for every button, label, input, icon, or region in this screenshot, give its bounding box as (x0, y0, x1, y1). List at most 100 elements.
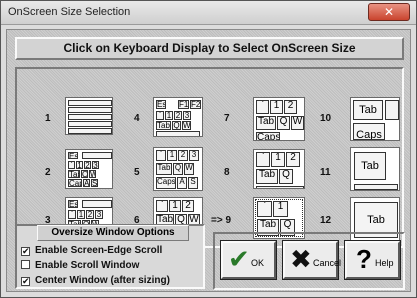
size-selection-grid: 1 2 Esc ` 1 2 3 Tab Q W Caps A (15, 67, 404, 248)
checkbox-checked-icon[interactable]: ✔ (21, 277, 30, 286)
key-1: 1 (165, 111, 173, 120)
size-1-keyboard[interactable] (65, 97, 113, 135)
key-3: 3 (92, 161, 99, 169)
size-number-1: 1 (45, 113, 51, 124)
key-a: A (177, 177, 187, 189)
size-number-5: 5 (134, 167, 140, 178)
key-w: W (184, 163, 194, 175)
key-esc: Esc (156, 100, 166, 109)
window-title: OnScreen Size Selection (8, 6, 131, 18)
size-number-12: 12 (320, 215, 332, 226)
key-2: 2 (84, 161, 91, 169)
key-q: Q (277, 116, 290, 130)
keyboard-row (156, 131, 200, 136)
key-f1: F1 (178, 100, 189, 109)
oversize-options-group: Oversize Window Options ✔ Enable Screen-E… (15, 224, 205, 289)
key-grave: ` (68, 161, 75, 169)
action-buttons-panel: ✔ OK ✖ Cancel ? Help (213, 232, 405, 290)
key-1: 1 (270, 100, 283, 114)
size-11-keyboard[interactable]: Tab (350, 147, 400, 191)
checkbox-unchecked-icon[interactable] (21, 260, 30, 269)
key-tab: Tab (156, 163, 172, 175)
question-icon: ? (356, 244, 372, 274)
check-icon: ✔ (228, 244, 250, 274)
selected-marker: => (211, 215, 223, 226)
key-2: 2 (174, 111, 182, 120)
size-4-keyboard[interactable]: Esc F1 F2 ` 1 2 3 Tab Q W (153, 97, 203, 137)
key-2: 2 (182, 200, 194, 212)
keyboard-row (256, 186, 304, 188)
key-tab: Tab (256, 169, 278, 184)
key-2: 2 (86, 210, 94, 219)
keyboard-row (68, 121, 112, 127)
keyboard-row (68, 107, 112, 113)
key-w: W (182, 121, 191, 130)
option-center-window[interactable]: ✔ Center Window (after sizing) (21, 275, 170, 286)
option-screen-edge-scroll[interactable]: ✔ Enable Screen-Edge Scroll (21, 245, 162, 256)
key-2: 2 (178, 150, 188, 161)
size-number-2: 2 (45, 167, 51, 178)
function-keys (82, 200, 112, 208)
size-number-10: 10 (320, 113, 332, 124)
key-1: 1 (76, 161, 83, 169)
key-grave: ` (68, 210, 76, 219)
size-number-9: => 9 (211, 215, 232, 226)
key-1: 1 (167, 150, 177, 161)
cancel-button[interactable]: ✖ Cancel (282, 240, 341, 280)
key-tab: Tab (354, 152, 386, 180)
key-grave: ` (156, 111, 164, 120)
option-scroll-window[interactable]: Enable Scroll Window (21, 260, 139, 271)
key-grave: ` (156, 200, 168, 212)
key-f2: F2 (190, 100, 201, 109)
key-tab: Tab (256, 116, 276, 130)
keyboard-row (68, 128, 112, 134)
function-keys (82, 152, 112, 159)
size-5-keyboard[interactable]: ` 1 2 3 Tab Q W Caps A S (153, 147, 203, 191)
key-tab: Tab (68, 170, 80, 178)
key-tab: Tab (353, 100, 383, 120)
key-3: 3 (189, 150, 199, 161)
key-w: W (89, 170, 96, 178)
key-caps: Caps (256, 132, 280, 140)
key-2: 2 (284, 100, 297, 114)
key-esc: Esc (68, 200, 78, 208)
keyboard-row (354, 184, 398, 190)
ok-button[interactable]: ✔ OK (220, 240, 277, 280)
key-2: 2 (286, 152, 300, 167)
key-grave: ` (256, 100, 269, 114)
key-q: Q (173, 163, 183, 175)
key-q: Q (172, 121, 181, 130)
size-2-keyboard[interactable]: Esc ` 1 2 3 Tab Q W Caps A S (65, 149, 113, 189)
key-1: 1 (273, 201, 288, 217)
instruction-header: Click on Keyboard Display to Select OnSc… (15, 37, 404, 60)
size-7-keyboard[interactable]: ` 1 2 Tab Q W Caps (253, 97, 305, 141)
size-8-keyboard[interactable]: ` 1 2 Tab Q (253, 149, 305, 189)
size-10-keyboard[interactable]: Tab Caps (350, 97, 400, 141)
key-1: 1 (169, 200, 181, 212)
checkbox-checked-icon[interactable]: ✔ (21, 247, 30, 256)
size-number-11: 11 (320, 167, 331, 178)
key-esc: Esc (68, 152, 78, 159)
key-3: 3 (95, 210, 103, 219)
key-grave: ` (156, 150, 166, 161)
title-bar[interactable]: OnScreen Size Selection ✕ (1, 1, 416, 25)
key-s: S (188, 177, 198, 189)
key-grave: ` (256, 152, 270, 167)
key-q: Q (81, 170, 88, 178)
close-button[interactable]: ✕ (368, 3, 410, 21)
help-button[interactable]: ? Help (344, 240, 401, 280)
key-caps: Caps (68, 179, 82, 187)
close-icon: ✕ (383, 5, 395, 19)
size-number-7: 7 (224, 113, 230, 124)
key-s: S (91, 179, 98, 187)
key-q: Q (279, 169, 293, 184)
key-q (385, 100, 399, 120)
key-grave: ` (257, 201, 272, 217)
dialog-window: OnScreen Size Selection ✕ Click on Keybo… (0, 0, 417, 298)
key-caps: Caps (353, 123, 385, 140)
key-w: W (291, 116, 304, 130)
key-a: A (83, 179, 90, 187)
x-icon: ✖ (290, 244, 312, 274)
key-tab: Tab (156, 121, 171, 130)
size-number-4: 4 (134, 113, 140, 124)
